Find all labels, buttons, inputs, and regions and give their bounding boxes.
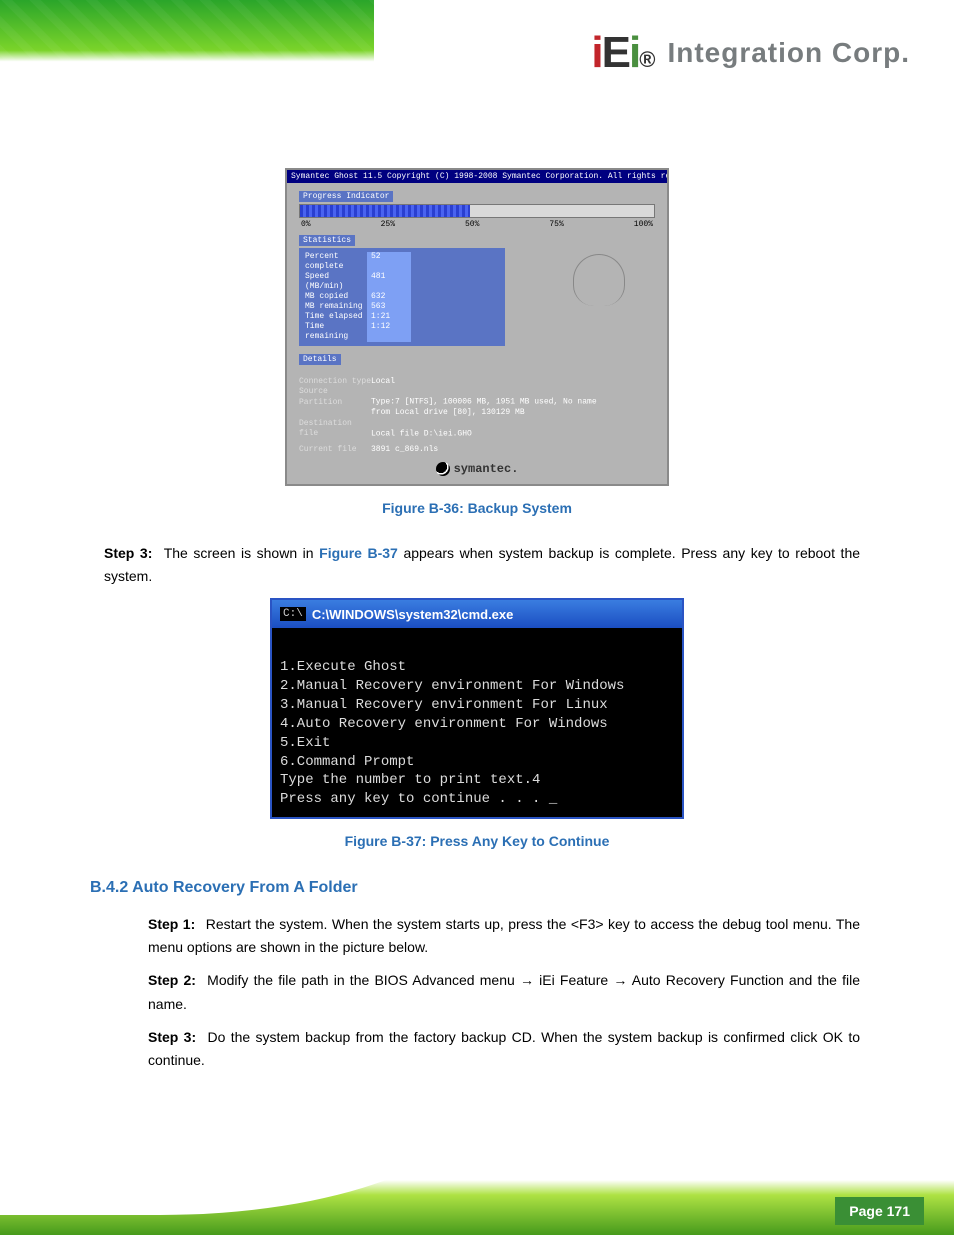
figure-ref: Figure B-37 bbox=[319, 545, 398, 561]
detail-lbl: Destination file bbox=[299, 419, 371, 440]
symantec-label: symantec. bbox=[299, 456, 655, 478]
brand-mark: iEi® bbox=[591, 28, 653, 78]
step-text: iEi Feature bbox=[539, 972, 613, 988]
detail-val: Type:7 [NTFS], 100006 MB, 1951 MB used, … bbox=[371, 398, 597, 407]
scale-0: 0% bbox=[301, 220, 311, 229]
step-text: The screen is shown in bbox=[164, 545, 319, 561]
cmd-screenshot: C:\ C:\WINDOWS\system32\cmd.exe 1.Execut… bbox=[270, 598, 684, 819]
progress-bar bbox=[299, 204, 655, 218]
cmd-titlebar: C:\ C:\WINDOWS\system32\cmd.exe bbox=[272, 600, 682, 628]
symantec-icon bbox=[436, 462, 450, 476]
cmd-line: 2.Manual Recovery environment For Window… bbox=[280, 678, 624, 694]
scale-100: 100% bbox=[634, 220, 653, 229]
detail-lbl: Source Partition bbox=[299, 387, 371, 408]
step-text: Modify the file path in the BIOS Advance… bbox=[207, 972, 520, 988]
ghost-titlebar: Symantec Ghost 11.5 Copyright (C) 1998-2… bbox=[287, 170, 667, 183]
cmd-body: 1.Execute Ghost 2.Manual Recovery enviro… bbox=[272, 628, 682, 817]
cmd-line: 1.Execute Ghost bbox=[280, 659, 406, 675]
detail-lbl: Connection type bbox=[299, 377, 371, 387]
scale-75: 75% bbox=[549, 220, 563, 229]
brand-tagline: Integration Corp. bbox=[667, 37, 910, 69]
stat-lbl: MB copied bbox=[305, 292, 367, 302]
step-num: Step 2: bbox=[148, 972, 196, 988]
symantec-text: symantec. bbox=[454, 462, 519, 476]
step-3b: Step 3: Do the system backup from the fa… bbox=[148, 1026, 860, 1072]
page-number: Page 171 bbox=[835, 1197, 924, 1225]
figure-caption-36: Figure B-36: Backup System bbox=[60, 500, 894, 516]
stat-lbl: MB remaining bbox=[305, 302, 367, 312]
details-label: Details bbox=[299, 354, 341, 365]
stat-val: 563 bbox=[367, 302, 411, 312]
details-box: Connection typeLocal Source PartitionTyp… bbox=[299, 377, 655, 456]
detail-val: Local file D:\iei.GHO bbox=[371, 429, 472, 438]
step-3: Step 3: The screen is shown in Figure B-… bbox=[104, 542, 860, 588]
cmd-line: 6.Command Prompt bbox=[280, 754, 414, 770]
arrow-icon: → bbox=[520, 972, 534, 988]
stat-lbl: Percent complete bbox=[305, 252, 367, 272]
step-num: Step 3: bbox=[148, 1029, 196, 1045]
step-num: Step 1: bbox=[148, 916, 195, 932]
stat-lbl: Time remaining bbox=[305, 322, 367, 342]
footer-swoosh bbox=[0, 1135, 480, 1215]
step-text: Do the system backup from the factory ba… bbox=[148, 1029, 860, 1068]
ghost-icon bbox=[573, 254, 625, 306]
detail-val: Local bbox=[371, 377, 395, 386]
brand-logo: iEi® Integration Corp. bbox=[591, 28, 910, 78]
stats-box: Percent complete52 Speed (MB/min)481 MB … bbox=[299, 248, 505, 346]
stat-val: 481 bbox=[367, 272, 411, 292]
step-num: Step 3: bbox=[104, 545, 152, 561]
detail-val: from Local drive [80], 130129 MB bbox=[371, 408, 525, 417]
cmd-icon: C:\ bbox=[280, 607, 306, 621]
stat-val: 632 bbox=[367, 292, 411, 302]
stat-val: 1:12 bbox=[367, 322, 411, 342]
progress-label: Progress Indicator bbox=[299, 191, 393, 202]
figure-caption-37: Figure B-37: Press Any Key to Continue bbox=[60, 833, 894, 849]
stat-lbl: Speed (MB/min) bbox=[305, 272, 367, 292]
section-heading: B.4.2 Auto Recovery From A Folder bbox=[90, 879, 894, 897]
cmd-title: C:\WINDOWS\system32\cmd.exe bbox=[312, 607, 514, 622]
stat-val: 1:21 bbox=[367, 312, 411, 322]
cmd-line: 5.Exit bbox=[280, 735, 330, 751]
page-footer: Page 171 bbox=[0, 1135, 954, 1235]
progress-scale: 0% 25% 50% 75% 100% bbox=[299, 220, 655, 235]
page-body: Symantec Ghost 11.5 Copyright (C) 1998-2… bbox=[0, 112, 954, 1072]
stats-label: Statistics bbox=[299, 235, 355, 246]
scale-50: 50% bbox=[465, 220, 479, 229]
stat-val: 52 bbox=[367, 252, 411, 272]
stat-lbl: Time elapsed bbox=[305, 312, 367, 322]
ghost-screenshot: Symantec Ghost 11.5 Copyright (C) 1998-2… bbox=[285, 168, 669, 486]
detail-lbl: Current file bbox=[299, 445, 371, 455]
scale-25: 25% bbox=[381, 220, 395, 229]
step-text: Restart the system. When the system star… bbox=[148, 916, 860, 955]
progress-fill bbox=[300, 205, 470, 217]
step-1b: Step 1: Restart the system. When the sys… bbox=[148, 913, 860, 959]
cmd-line: 4.Auto Recovery environment For Windows bbox=[280, 716, 608, 732]
cmd-line: 3.Manual Recovery environment For Linux bbox=[280, 697, 608, 713]
cmd-line: Type the number to print text.4 bbox=[280, 772, 540, 788]
cmd-line: Press any key to continue . . . _ bbox=[280, 791, 557, 807]
page-header: iEi® Integration Corp. bbox=[0, 0, 954, 112]
step-2b: Step 2: Modify the file path in the BIOS… bbox=[148, 969, 860, 1015]
arrow-icon: → bbox=[613, 972, 627, 988]
detail-val: 3891 c_869.nls bbox=[371, 445, 438, 454]
